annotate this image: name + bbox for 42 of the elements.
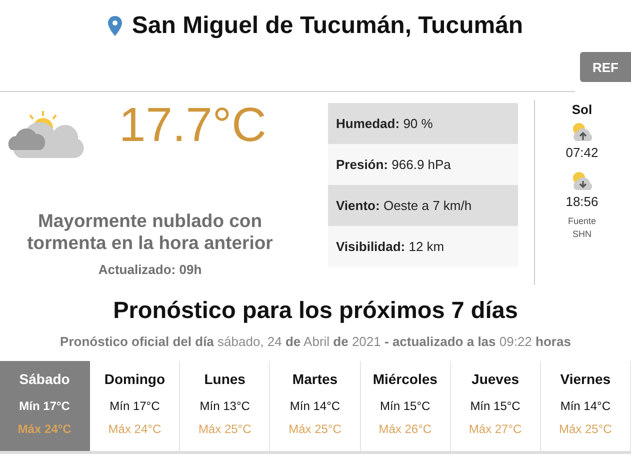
max-temperature: Máx 26°C	[378, 422, 432, 436]
forecast-title: Pronóstico para los próximos 7 días	[112, 297, 519, 324]
detail-row: Humedad: 90 %	[328, 103, 518, 144]
max-temperature: Máx 24°C	[108, 422, 162, 436]
min-temperature: Mín 17°C	[19, 399, 70, 413]
day-tab[interactable]: Miércoles Mín 15°C Máx 26°C	[360, 361, 451, 451]
weather-description: Mayormente nublado con tormenta en la hora anterior	[26, 210, 274, 254]
min-temperature: Mín 15°C	[380, 399, 430, 413]
day-name: Viernes	[560, 371, 611, 387]
sun-title: Sol	[572, 102, 592, 117]
max-temperature: Máx 24°C	[18, 422, 72, 436]
day-name: Martes	[292, 371, 338, 387]
min-temperature: Mín 17°C	[110, 399, 160, 413]
temperature: 17.7°C	[119, 100, 266, 152]
ref-button[interactable]: REF	[580, 52, 631, 82]
day-tab[interactable]: Jueves Mín 15°C Máx 27°C	[450, 361, 541, 451]
updated-time: Actualizado: 09h	[97, 262, 203, 277]
detail-row: Viento: Oeste a 7 km/h	[328, 185, 518, 226]
location-pin-icon	[108, 16, 122, 36]
sun-time: 18:56	[566, 194, 598, 209]
forecast-subtitle: Pronóstico oficial del día sábado, 24 de Abril de 2021 - actualizado a las 09:22 horas	[59, 334, 572, 349]
max-temperature: Máx 25°C	[559, 422, 612, 436]
max-temperature: Máx 25°C	[198, 422, 252, 436]
detail-row: Visibilidad: 12 km	[328, 226, 518, 267]
min-temperature: Mín 14°C	[290, 399, 340, 413]
sun-time: 07:42	[566, 145, 598, 160]
min-temperature: Mín 14°C	[560, 399, 610, 413]
max-temperature: Máx 27°C	[468, 422, 522, 436]
day-name: Lunes	[204, 371, 246, 387]
source-label: Fuente SHN	[568, 215, 596, 241]
day-name: Sábado	[19, 371, 70, 387]
day-name: Domingo	[104, 371, 166, 387]
day-name: Miércoles	[372, 371, 438, 387]
day-tab[interactable]: Sábado Mín 17°C Máx 24°C	[0, 361, 90, 451]
min-temperature: Mín 13°C	[200, 399, 250, 413]
sunset-icon	[571, 170, 593, 192]
min-temperature: Mín 15°C	[470, 399, 520, 413]
detail-row: Presión: 966.9 hPa	[328, 144, 518, 185]
sunrise-icon	[571, 121, 593, 143]
location-title: San Miguel de Tucumán, Tucumán	[132, 12, 524, 40]
day-name: Jueves	[472, 371, 520, 387]
max-temperature: Máx 25°C	[288, 422, 342, 436]
